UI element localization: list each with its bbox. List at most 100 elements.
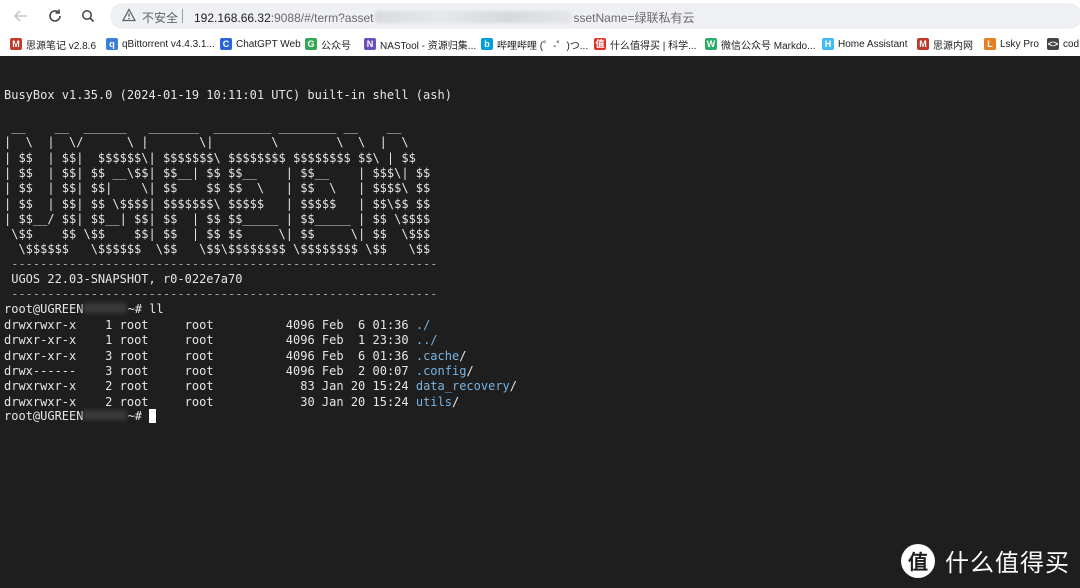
bookmark-9[interactable]: M 思源内网 xyxy=(917,36,973,52)
prompt-command: ~# ll xyxy=(127,302,164,316)
blurred-url-segment xyxy=(375,11,572,23)
ascii-art-line: | $$__/ $$| $$__| $$| $$ | $$ $$_____ | … xyxy=(4,212,430,227)
ascii-art-text: | $$ | $$| $$$$$$\| $$$$$$$\ $$$$$$$$ $$… xyxy=(4,150,416,165)
bookmark-6[interactable]: 值什么值得买 | 科学... xyxy=(594,36,697,52)
url-path-start: :9088/#/term?asset xyxy=(270,11,374,25)
file-name: utils xyxy=(415,394,452,409)
bookmark-11[interactable]: <> cod xyxy=(1047,36,1079,52)
bookmark-7[interactable]: W 微信公众号 Markdo... xyxy=(705,36,815,52)
bookmark-10[interactable]: L Lsky Pro xyxy=(984,36,1039,52)
file-owner: root xyxy=(112,394,185,409)
address-separator xyxy=(182,9,183,23)
listing-row: drwxr-xr-x 1 root root 4096 Feb 1 23:30 … xyxy=(4,333,438,348)
dir-slash: / xyxy=(466,363,474,378)
bookmark-label: 什么值得买 | 科学... xyxy=(610,40,697,52)
file-links: 1 xyxy=(83,318,113,332)
bookmark-3[interactable]: G 公众号 xyxy=(305,36,351,52)
file-owner: root xyxy=(112,333,185,348)
listing-row: drwx------ 3 root root 4096 Feb 2 00:07 … xyxy=(4,364,474,379)
ascii-art-line: \$$$$$$ \$$$$$$ \$$ \$$\$$$$$$$$ \$$$$$$… xyxy=(4,242,430,257)
file-date: Jan 20 15:24 xyxy=(314,379,416,394)
prompt-symbol: ~# xyxy=(127,409,150,423)
file-name: ../ xyxy=(415,333,438,348)
file-links: 2 xyxy=(83,379,113,394)
file-links: 2 xyxy=(83,394,113,409)
file-size: 83 xyxy=(249,379,315,394)
file-date: Feb 2 00:07 xyxy=(314,363,416,378)
bookmark-8[interactable]: H Home Assistant xyxy=(822,36,907,52)
terminal-window[interactable]: 值 什么值得买 BusyBox v1.35.0 (2024-01-19 10:1… xyxy=(0,56,1080,588)
listing-row: drwxrwxr-x 1 root root 4096 Feb 6 01:36 … xyxy=(4,318,430,333)
ascii-art-text: | $$ | $$| $$ \$$$$| $$$$$$$\ $$$$$ | $$… xyxy=(4,196,431,211)
banner-text: BusyBox v1.35.0 (2024-01-19 10:11:01 UTC… xyxy=(4,88,452,102)
bookmark-label: cod xyxy=(1063,38,1080,50)
divider-bottom: ----------------------------------------… xyxy=(4,287,437,302)
shell-banner: BusyBox v1.35.0 (2024-01-19 10:11:01 UTC… xyxy=(4,88,452,103)
file-size: 4096 xyxy=(249,363,315,378)
ascii-art-text: \$$ $$ \$$ $$| $$ | $$ $$ \| $$ \| $$ \$… xyxy=(4,227,431,242)
file-owner: root xyxy=(112,379,185,394)
prompt-user: root@UGREEN xyxy=(4,302,84,316)
dir-slash: / xyxy=(459,348,467,363)
bookmark-2[interactable]: C ChatGPT Web xyxy=(220,36,301,52)
bilibili-icon: b xyxy=(481,38,493,50)
bookmark-5[interactable]: b 哔哩哔哩 (゜-゜)つ... xyxy=(481,36,588,52)
ascii-art-text: | $$__/ $$| $$__| $$| $$ | $$ $$_____ | … xyxy=(4,211,431,226)
back-arrow-icon[interactable] xyxy=(11,6,31,26)
url-text: 192.168.66.32:9088/#/term?asset ssetName=… xyxy=(194,9,695,26)
blurred-hostname xyxy=(83,303,128,313)
dir-slash: / xyxy=(451,394,460,409)
qbittorrent-icon: q xyxy=(106,38,118,50)
prompt-user: root@UGREEN xyxy=(4,409,84,423)
file-date: Jan 20 15:24 xyxy=(314,394,416,409)
ascii-art-text: __ __ ______ _______ ________ ________ _… xyxy=(4,120,409,134)
listing-row: drwxrwxr-x 2 root root 30 Jan 20 15:24 u… xyxy=(4,395,459,410)
ascii-art-text: \$$$$$$ \$$$$$$ \$$ \$$\$$$$$$$$ \$$$$$$… xyxy=(4,242,431,257)
bookmark-label: Lsky Pro xyxy=(1000,38,1039,50)
address-bar[interactable]: 不安全 192.168.66.32:9088/#/term?asset ssetN… xyxy=(110,3,1080,29)
ascii-art-line: | \ | \/ \ | \| \ \ \ | \ xyxy=(4,135,409,150)
siyuan-icon: M xyxy=(10,38,22,50)
bookmark-label: 思源笔记 v2.8.6 xyxy=(26,40,97,52)
file-group: root xyxy=(184,333,250,348)
smzdm-logo-icon: 值 xyxy=(901,543,935,578)
url-path-end: ssetName=绿联私有云 xyxy=(573,11,695,25)
bookmark-0[interactable]: M 思源笔记 v2.8.6 xyxy=(10,36,96,52)
file-permissions: drwxrwxr-x xyxy=(4,318,84,332)
bookmark-label: Home Assistant xyxy=(838,38,908,50)
ascii-art-line: | $$ | $$| $$ __\$$| $$__| $$ $$__ | $$_… xyxy=(4,166,430,181)
bookmark-label: 思源内网 xyxy=(933,40,973,52)
url-host: 192.168.66.32 xyxy=(194,11,271,25)
search-icon[interactable] xyxy=(78,6,98,26)
ascii-art-line: | $$ | $$| $$$$$$\| $$$$$$$\ $$$$$$$$ $$… xyxy=(4,151,416,166)
divider-text: ----------------------------------------… xyxy=(4,257,438,271)
file-group: root xyxy=(184,318,250,332)
file-group: root xyxy=(184,348,250,363)
file-links: 1 xyxy=(83,333,113,348)
home-assistant-icon: H xyxy=(822,38,834,50)
reload-icon[interactable] xyxy=(45,6,65,26)
bookmarks-bar: M 思源笔记 v2.8.6 q qBittorrent v4.4.3.1... C Cha… xyxy=(0,33,1080,55)
file-name: ./ xyxy=(415,318,431,332)
bookmark-4[interactable]: N NASTool - 资源归集... xyxy=(364,36,476,52)
file-name: data_recovery xyxy=(415,379,510,394)
wechat-mp-icon: G xyxy=(305,38,317,50)
file-permissions: drwxr-xr-x xyxy=(4,348,84,363)
terminal-cursor[interactable] xyxy=(149,409,157,423)
bookmark-1[interactable]: q qBittorrent v4.4.3.1... xyxy=(106,36,215,52)
chatgpt-icon: C xyxy=(220,38,232,50)
file-permissions: drwxrwxr-x xyxy=(4,394,84,409)
watermark-logo: 值 xyxy=(908,550,928,574)
ascii-art-text: | $$ | $$| $$| \| $$ $$ $$ \ | $$ \ | $$… xyxy=(4,181,431,196)
file-name: .cache xyxy=(415,348,460,363)
file-group: root xyxy=(184,379,250,394)
version-line: UGOS 22.03-SNAPSHOT, r0-022e7a70 xyxy=(4,272,242,287)
warning-icon xyxy=(121,8,138,24)
nastool-icon: N xyxy=(364,38,376,50)
insecure-label[interactable]: 不安全 xyxy=(142,9,178,26)
ascii-art-text: | $$ | $$| $$ __\$$| $$__| $$ $$__ | $$_… xyxy=(4,165,431,180)
ascii-art-line: | $$ | $$| $$| \| $$ $$ $$ \ | $$ \ | $$… xyxy=(4,181,430,196)
bookmark-label: 公众号 xyxy=(321,40,351,52)
command-prompt: root@UGREEN ~# ll xyxy=(4,302,164,317)
file-owner: root xyxy=(112,348,185,363)
